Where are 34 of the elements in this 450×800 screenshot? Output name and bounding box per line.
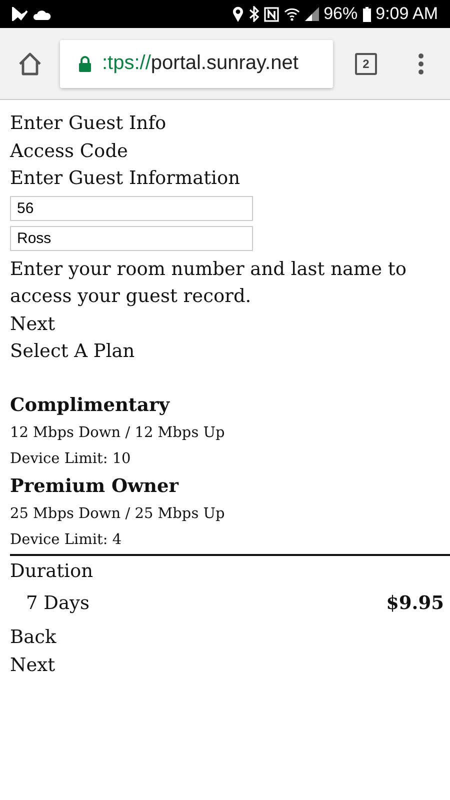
battery-percent: 96%: [324, 4, 358, 24]
address-bar[interactable]: :tps://portal.sunray.net: [60, 40, 333, 88]
cloud-icon: [33, 8, 51, 20]
plan-name[interactable]: Premium Owner: [10, 476, 179, 496]
next-link[interactable]: Next: [10, 654, 56, 676]
plan-name[interactable]: Complimentary: [10, 394, 170, 416]
lock-icon: [78, 56, 92, 72]
device-limit: Device Limit: 10: [10, 451, 131, 467]
tab-count[interactable]: 2: [355, 52, 377, 74]
bluetooth-icon: [248, 6, 259, 22]
plan-heading: Select A Plan: [10, 340, 136, 364]
form-title: Enter Guest Information: [10, 167, 242, 191]
location-icon: [232, 6, 244, 22]
instructions-text: Enter your room number and last name to access your guest record.: [10, 258, 408, 309]
back-link[interactable]: Back: [10, 627, 56, 648]
plan-speed: 12 Mbps Down / 12 Mbps Up: [10, 424, 225, 440]
input-field[interactable]: Ross: [10, 226, 253, 250]
next-link[interactable]: Next: [10, 314, 56, 334]
input-field[interactable]: 56: [10, 196, 253, 220]
duration-label: Duration: [10, 560, 94, 584]
duration-option[interactable]: 7 Days: [26, 593, 90, 614]
nfc-icon: [264, 6, 279, 22]
wifi-icon: [284, 7, 300, 21]
section-title: Access Code: [10, 140, 129, 164]
signal-icon: [304, 7, 319, 21]
price: $9.95: [386, 593, 444, 614]
device-limit: Device Limit: 4: [10, 532, 122, 548]
clock: 9:09 AM: [376, 4, 438, 24]
url-text: :tps://portal.sunray.net: [102, 52, 298, 75]
home-icon[interactable]: [17, 52, 43, 76]
page-heading: Enter Guest Info: [10, 112, 168, 136]
battery-icon: [362, 6, 371, 22]
plan-speed: 25 Mbps Down / 25 Mbps Up: [10, 506, 225, 522]
menu-icon[interactable]: [418, 52, 424, 74]
